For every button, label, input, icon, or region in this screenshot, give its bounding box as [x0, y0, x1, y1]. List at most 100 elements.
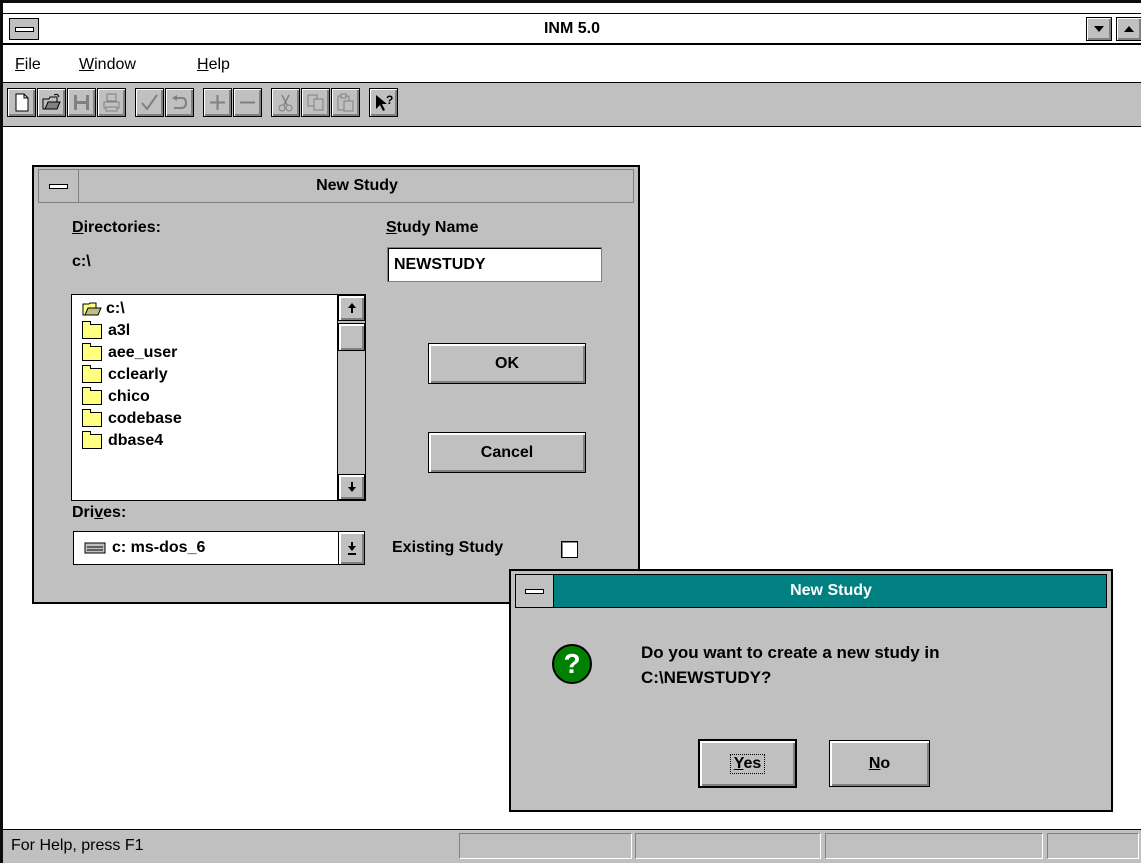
print-button[interactable]	[97, 88, 126, 117]
window-title: INM 5.0	[543, 20, 600, 37]
scroll-up-button[interactable]	[338, 295, 365, 321]
directory-item[interactable]: chico	[82, 386, 337, 408]
context-help-button[interactable]: ?	[369, 88, 398, 117]
confirm-system-menu[interactable]	[516, 575, 554, 607]
check-button[interactable]	[135, 88, 164, 117]
directory-item[interactable]: codebase	[82, 408, 337, 430]
folder-icon	[82, 364, 102, 383]
check-icon	[141, 94, 158, 111]
copy-icon	[307, 94, 324, 111]
status-panel-4	[1047, 833, 1139, 859]
save-button[interactable]	[67, 88, 96, 117]
toolbar: ?	[3, 82, 1141, 127]
status-bar: For Help, press F1	[3, 829, 1141, 863]
menu-file-label: ile	[24, 56, 41, 73]
drive-dropdown-button[interactable]	[338, 532, 364, 564]
maximize-button[interactable]	[1116, 17, 1141, 41]
existing-study-label: Existing Study	[392, 539, 504, 556]
menu-help-label: elp	[208, 56, 230, 73]
remove-button[interactable]	[233, 88, 262, 117]
directories-label: Directories:	[72, 219, 161, 236]
undo-icon	[172, 95, 188, 109]
folder-icon	[82, 320, 102, 339]
cancel-button[interactable]: Cancel	[428, 432, 586, 473]
directory-item-label: codebase	[108, 410, 182, 427]
folder-icon	[82, 386, 102, 405]
confirm-title-bar[interactable]: New Study	[515, 574, 1107, 608]
directory-item[interactable]: aee_user	[82, 342, 337, 364]
directory-item[interactable]: cclearly	[82, 364, 337, 386]
menu-help[interactable]: Help	[197, 56, 230, 74]
cut-icon	[278, 94, 293, 112]
paste-icon	[337, 93, 354, 112]
existing-study-checkbox[interactable]	[561, 541, 578, 558]
ok-button[interactable]: OK	[428, 343, 586, 384]
open-icon	[42, 93, 61, 110]
open-button[interactable]	[37, 88, 66, 117]
minimize-button[interactable]	[1086, 17, 1112, 41]
status-panel-1	[459, 833, 632, 859]
arrow-down-icon	[347, 482, 356, 492]
confirm-dialog: New Study ? Do you want to create a new …	[509, 569, 1113, 812]
plus-icon	[210, 95, 225, 110]
scroll-thumb[interactable]	[338, 323, 365, 351]
system-menu-icon	[49, 183, 68, 189]
drives-label: Drives:	[72, 504, 127, 521]
yes-button-label: Yes	[729, 753, 766, 774]
maximize-icon	[1124, 26, 1134, 32]
confirm-message-line1: Do you want to create a new study in	[641, 643, 940, 662]
confirm-message-line2: C:\NEWSTUDY?	[641, 668, 772, 687]
drive-value: c: ms-dos_6	[112, 539, 206, 556]
menu-file[interactable]: File	[15, 56, 41, 74]
directory-item-label: c:\	[106, 300, 125, 317]
save-icon	[74, 95, 89, 110]
new-study-system-menu[interactable]	[39, 170, 79, 202]
directory-item[interactable]: a3l	[82, 320, 337, 342]
drive-select[interactable]: c: ms-dos_6	[73, 531, 365, 565]
status-text: For Help, press F1	[11, 837, 144, 854]
new-study-title: New Study	[316, 177, 398, 194]
status-panel-2	[635, 833, 821, 859]
no-button-label: No	[868, 754, 891, 772]
copy-button[interactable]	[301, 88, 330, 117]
study-name-label: Study Name	[386, 219, 479, 236]
arrow-up-icon	[347, 303, 356, 313]
menu-window-label: indow	[94, 56, 136, 73]
directory-item-label: dbase4	[108, 432, 164, 449]
current-directory: c:\	[72, 253, 91, 270]
folder-icon	[82, 342, 102, 361]
yes-button[interactable]: Yes	[698, 739, 797, 788]
menu-window[interactable]: Window	[79, 56, 136, 74]
confirm-title: New Study	[790, 582, 872, 599]
scroll-down-button[interactable]	[338, 474, 365, 500]
new-button[interactable]	[7, 88, 36, 117]
directory-item-label: cclearly	[108, 366, 168, 383]
open-folder-icon	[82, 302, 102, 316]
cut-button[interactable]	[271, 88, 300, 117]
new-icon	[15, 93, 29, 112]
menu-file-mnemonic: F	[15, 56, 25, 73]
drive-icon	[84, 542, 106, 554]
new-study-title-bar[interactable]: New Study	[38, 169, 634, 203]
add-button[interactable]	[203, 88, 232, 117]
no-button[interactable]: No	[829, 740, 930, 787]
menu-bar: File Window Help	[3, 47, 1141, 83]
paste-button[interactable]	[331, 88, 360, 117]
new-study-dialog: New Study Directories: c:\ c:\ a3l aee_u…	[32, 165, 640, 604]
directory-item-label: chico	[108, 388, 150, 405]
print-icon	[103, 93, 120, 112]
directory-list[interactable]: c:\ a3l aee_user cclearly chico codebase…	[71, 294, 366, 501]
study-name-input[interactable]: NEWSTUDY	[387, 247, 602, 282]
title-bar[interactable]: INM 5.0	[3, 13, 1141, 45]
ok-button-label: OK	[495, 354, 519, 372]
study-name-value: NEWSTUDY	[394, 256, 486, 273]
question-icon: ?	[552, 644, 592, 684]
menu-help-mnemonic: H	[197, 56, 209, 73]
directory-scrollbar[interactable]	[337, 295, 365, 500]
menu-window-mnemonic: W	[79, 56, 95, 73]
minus-icon	[240, 101, 255, 104]
system-menu-icon	[525, 588, 544, 594]
undo-button[interactable]	[165, 88, 194, 117]
directory-item[interactable]: dbase4	[82, 430, 337, 452]
directory-item-open[interactable]: c:\	[82, 298, 337, 320]
